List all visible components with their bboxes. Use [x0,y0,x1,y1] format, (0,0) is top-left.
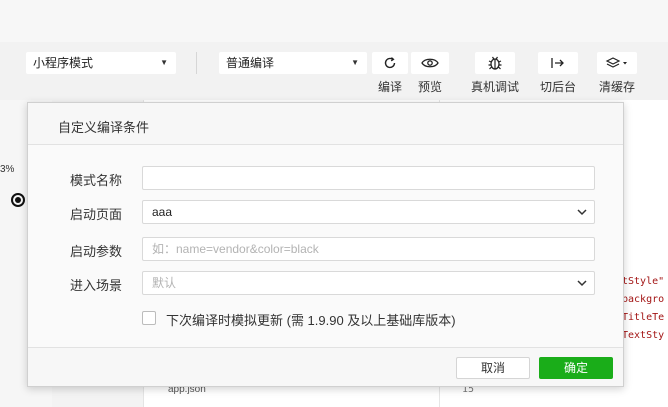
window-top-strip [0,0,668,42]
compile-label: 编译 [377,80,402,94]
zoom-percent: 3% [0,164,15,175]
simulate-update-checkbox[interactable] [142,311,156,325]
scene-placeholder: 默认 [152,276,177,290]
layers-icon [605,57,627,68]
code-line: TextSty [622,330,665,341]
divider [28,347,623,348]
remote-debug-button[interactable] [475,52,515,74]
record-icon[interactable] [11,193,25,207]
scene-label: 进入场景 [70,278,123,293]
compile-select-value: 普通编译 [226,56,275,70]
start-params-input[interactable]: 如：name=vendor&color=black [142,237,595,261]
clear-cache-label: 清缓存 [598,80,635,94]
custom-compile-dialog: 自定义编译条件 模式名称 启动页面 aaa 启动参数 如：name=vendor… [27,102,624,387]
start-params-placeholder: 如：name=vendor&color=black [152,242,319,256]
chevron-down-icon [577,280,587,287]
switch-background-icon [551,58,564,68]
chevron-down-icon: ▼ [351,58,359,67]
code-line: tStyle" [622,276,665,287]
start-page-label: 启动页面 [70,207,123,222]
cancel-button[interactable]: 取消 [456,357,530,379]
mode-name-label: 模式名称 [70,173,123,188]
dialog-body: 模式名称 启动页面 aaa 启动参数 如：name=vendor&color=b… [28,145,623,347]
dialog-title: 自定义编译条件 [58,120,150,135]
start-page-select[interactable]: aaa [142,200,595,224]
mode-select-value: 小程序模式 [33,56,94,70]
confirm-button[interactable]: 确定 [539,357,613,379]
switch-background-label: 切后台 [539,80,576,94]
mode-select[interactable]: 小程序模式 ▼ [26,52,176,74]
chevron-down-icon [577,209,587,216]
toolbar: 小程序模式 ▼ 普通编译 ▼ 编译 预览 真机调试 切后台 清缓存 [0,0,668,100]
start-params-label: 启动参数 [70,244,123,259]
switch-background-button[interactable] [538,52,578,74]
chevron-down-icon: ▼ [160,58,168,67]
mode-name-input[interactable] [142,166,595,190]
preview-button[interactable] [411,52,449,74]
toolbar-divider [196,52,197,74]
remote-debug-label: 真机调试 [470,80,519,94]
code-line: TitleTe [622,312,665,323]
bug-icon [488,56,502,70]
start-page-value: aaa [152,205,173,219]
clear-cache-button[interactable] [597,52,637,74]
eye-icon [421,58,439,68]
compile-select[interactable]: 普通编译 ▼ [219,52,367,74]
code-line: backgro [622,294,665,305]
compile-button[interactable] [372,52,408,74]
refresh-icon [384,57,396,69]
preview-label: 预览 [417,80,442,94]
simulate-update-label: 下次编译时模拟更新 (需 1.9.90 及以上基础库版本) [166,313,456,328]
scene-select[interactable]: 默认 [142,271,595,295]
